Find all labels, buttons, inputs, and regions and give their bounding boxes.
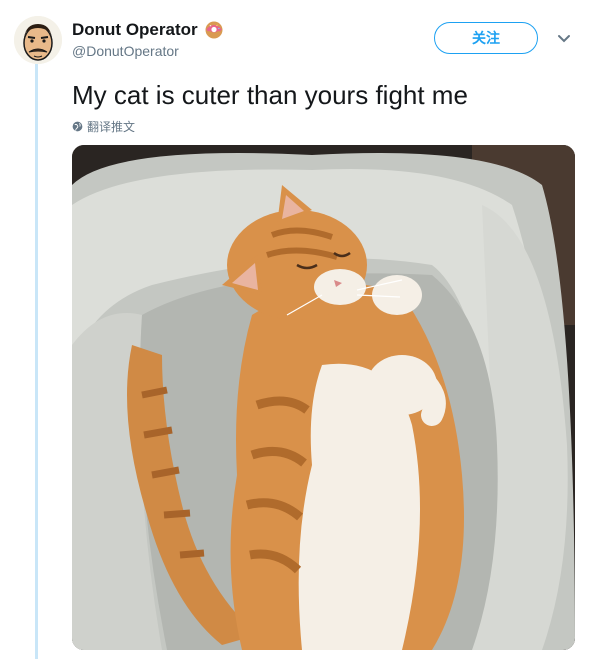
avatar-face-icon [14, 16, 62, 64]
tweet-photo[interactable] [72, 145, 575, 650]
thread-line [35, 64, 38, 659]
tweet-text: My cat is cuter than yours fight me [72, 80, 468, 110]
chevron-down-icon[interactable] [556, 30, 572, 46]
author-name[interactable]: Donut Operator [72, 20, 224, 40]
avatar[interactable] [14, 16, 62, 64]
translate-link[interactable]: 翻译推文 [72, 118, 135, 135]
cat-photo [72, 145, 575, 650]
handle[interactable]: @DonutOperator [72, 43, 224, 59]
author[interactable]: Donut Operator @DonutOperator [72, 20, 224, 59]
translate-label[interactable]: 翻译推文 [87, 118, 135, 135]
globe-icon [72, 121, 83, 132]
donut-icon [205, 21, 223, 39]
display-name[interactable]: Donut Operator [72, 20, 198, 40]
follow-button[interactable]: 关注 [434, 22, 538, 54]
